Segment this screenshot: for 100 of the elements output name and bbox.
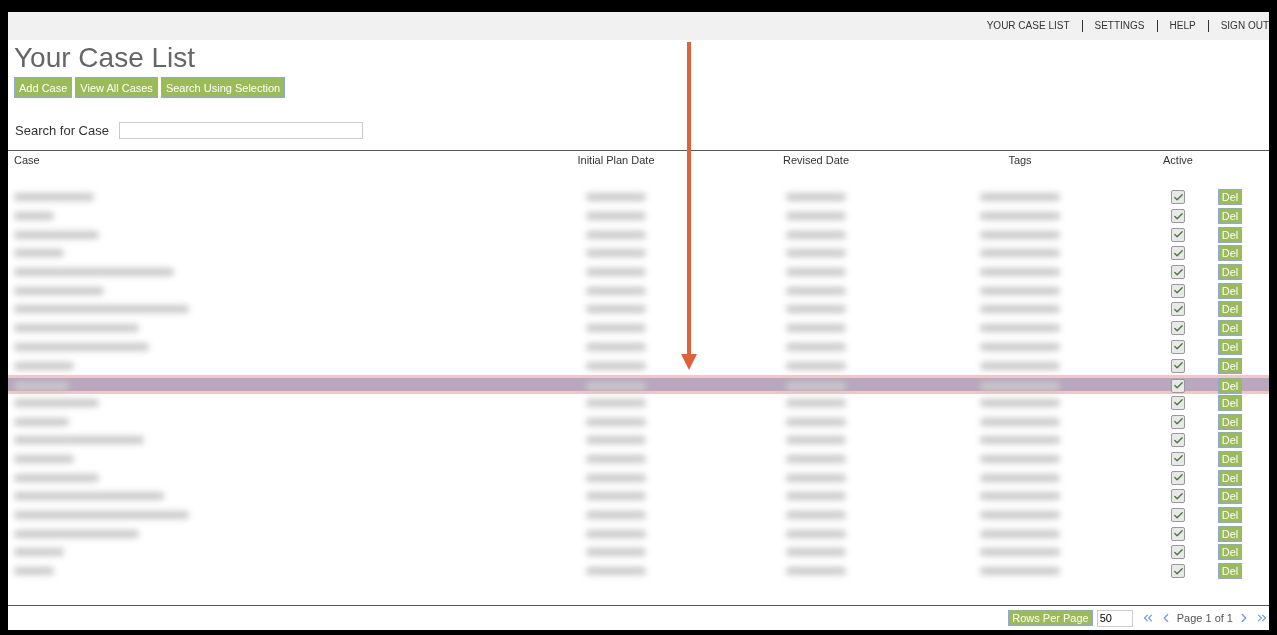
blurred-text [786, 268, 846, 277]
table-row[interactable]: Del [8, 412, 1269, 431]
blurred-text [786, 454, 846, 463]
delete-button[interactable]: Del [1218, 189, 1242, 206]
delete-button[interactable]: Del [1218, 377, 1242, 394]
active-checkbox[interactable] [1171, 265, 1185, 280]
table-row[interactable]: Del [8, 318, 1269, 338]
active-checkbox[interactable] [1171, 395, 1185, 410]
active-checkbox[interactable] [1171, 339, 1185, 354]
blurred-text [586, 324, 646, 333]
active-checkbox[interactable] [1171, 451, 1185, 466]
table-row[interactable]: Del [8, 449, 1269, 469]
nav-link[interactable]: HELP [1156, 20, 1208, 32]
blurred-text [586, 286, 646, 295]
active-checkbox[interactable] [1171, 508, 1185, 523]
active-checkbox[interactable] [1171, 433, 1185, 448]
delete-button[interactable]: Del [1218, 525, 1242, 542]
active-checkbox[interactable] [1171, 246, 1185, 261]
table-row[interactable]: Del [8, 543, 1269, 562]
rows-per-page-button[interactable]: Rows Per Page [1008, 610, 1093, 626]
blurred-text [786, 249, 846, 258]
blurred-text [586, 436, 646, 445]
nav-link[interactable]: YOUR CASE LIST [974, 20, 1082, 32]
delete-button[interactable]: Del [1218, 469, 1242, 486]
table-row[interactable]: Del [8, 188, 1269, 207]
active-checkbox[interactable] [1171, 209, 1185, 224]
table-row[interactable]: Del [8, 225, 1269, 245]
delete-button[interactable]: Del [1218, 450, 1242, 467]
table-row[interactable]: Del [8, 393, 1269, 413]
delete-button[interactable]: Del [1218, 507, 1242, 524]
table-row[interactable]: Del [8, 356, 1269, 375]
delete-button[interactable]: Del [1218, 563, 1242, 580]
blurred-text [586, 305, 646, 314]
table-row[interactable]: Del [8, 262, 1269, 282]
blurred-text [586, 212, 646, 221]
table-row[interactable]: Del [8, 561, 1269, 581]
search-field[interactable] [118, 122, 363, 139]
action-button[interactable]: Add Case [14, 77, 73, 98]
active-checkbox[interactable] [1171, 414, 1185, 429]
blurred-text [786, 473, 846, 482]
table-row[interactable]: Del [8, 337, 1269, 357]
action-button[interactable]: Search Using Selection [160, 77, 286, 98]
table-row[interactable]: Del [8, 300, 1269, 319]
blurred-text [786, 324, 846, 333]
column-header: Tags [1007, 154, 1033, 166]
delete-button[interactable]: Del [1218, 544, 1242, 561]
table-row[interactable]: Del [8, 244, 1269, 263]
active-checkbox[interactable] [1171, 564, 1185, 579]
page-indicator: Page 1 of 1 [1176, 612, 1233, 624]
delete-button[interactable]: Del [1218, 245, 1242, 262]
blurred-text [586, 361, 646, 370]
delete-button[interactable]: Del [1218, 394, 1242, 411]
active-checkbox[interactable] [1171, 526, 1185, 541]
table-row[interactable]: Del [8, 281, 1269, 301]
table-row[interactable]: Del [8, 430, 1269, 450]
table-row[interactable]: Del [8, 206, 1269, 226]
blurred-text [586, 529, 646, 538]
active-checkbox[interactable] [1171, 358, 1185, 373]
table-row[interactable]: Del [8, 487, 1269, 506]
delete-button[interactable]: Del [1218, 432, 1242, 449]
active-checkbox[interactable] [1171, 545, 1185, 560]
active-checkbox[interactable] [1171, 190, 1185, 205]
selected-table-row[interactable]: Del [8, 374, 1269, 394]
table-row[interactable]: Del [8, 468, 1269, 487]
delete-button[interactable]: Del [1218, 282, 1242, 299]
blurred-text [786, 342, 846, 351]
delete-button[interactable]: Del [1218, 488, 1242, 505]
delete-button[interactable]: Del [1218, 226, 1242, 243]
active-checkbox[interactable] [1171, 489, 1185, 504]
blurred-text [586, 492, 646, 501]
blurred-text [786, 567, 846, 576]
column-header: Case [13, 154, 41, 166]
delete-button[interactable]: Del [1218, 264, 1242, 281]
column-header: Active [1162, 154, 1194, 166]
blurred-text [786, 286, 846, 295]
active-checkbox[interactable] [1171, 283, 1185, 298]
blurred-text [786, 398, 846, 407]
blurred-text [786, 193, 846, 202]
rows-per-page-field[interactable]: 50 [1096, 609, 1133, 627]
table-row[interactable]: Del [8, 505, 1269, 525]
delete-button[interactable]: Del [1218, 357, 1242, 374]
delete-button[interactable]: Del [1218, 320, 1242, 337]
nav-link[interactable]: SIGN OUT [1207, 20, 1269, 32]
column-header: Initial Plan Date [576, 154, 656, 166]
nav-link[interactable]: SETTINGS [1081, 20, 1157, 32]
action-button[interactable]: View All Cases [75, 77, 158, 98]
delete-button[interactable]: Del [1218, 338, 1242, 355]
table-row[interactable]: Del [8, 524, 1269, 544]
delete-button[interactable]: Del [1218, 413, 1242, 430]
page-title: Your Case List [14, 42, 196, 74]
search-label: Search for Case [15, 123, 109, 138]
active-checkbox[interactable] [1171, 470, 1185, 485]
active-checkbox[interactable] [1171, 302, 1185, 317]
active-checkbox[interactable] [1171, 321, 1185, 336]
column-header: Revised Date [781, 154, 850, 166]
blurred-text [586, 398, 646, 407]
delete-button[interactable]: Del [1218, 301, 1242, 318]
active-checkbox[interactable] [1171, 378, 1185, 393]
delete-button[interactable]: Del [1218, 208, 1242, 225]
active-checkbox[interactable] [1171, 227, 1185, 242]
